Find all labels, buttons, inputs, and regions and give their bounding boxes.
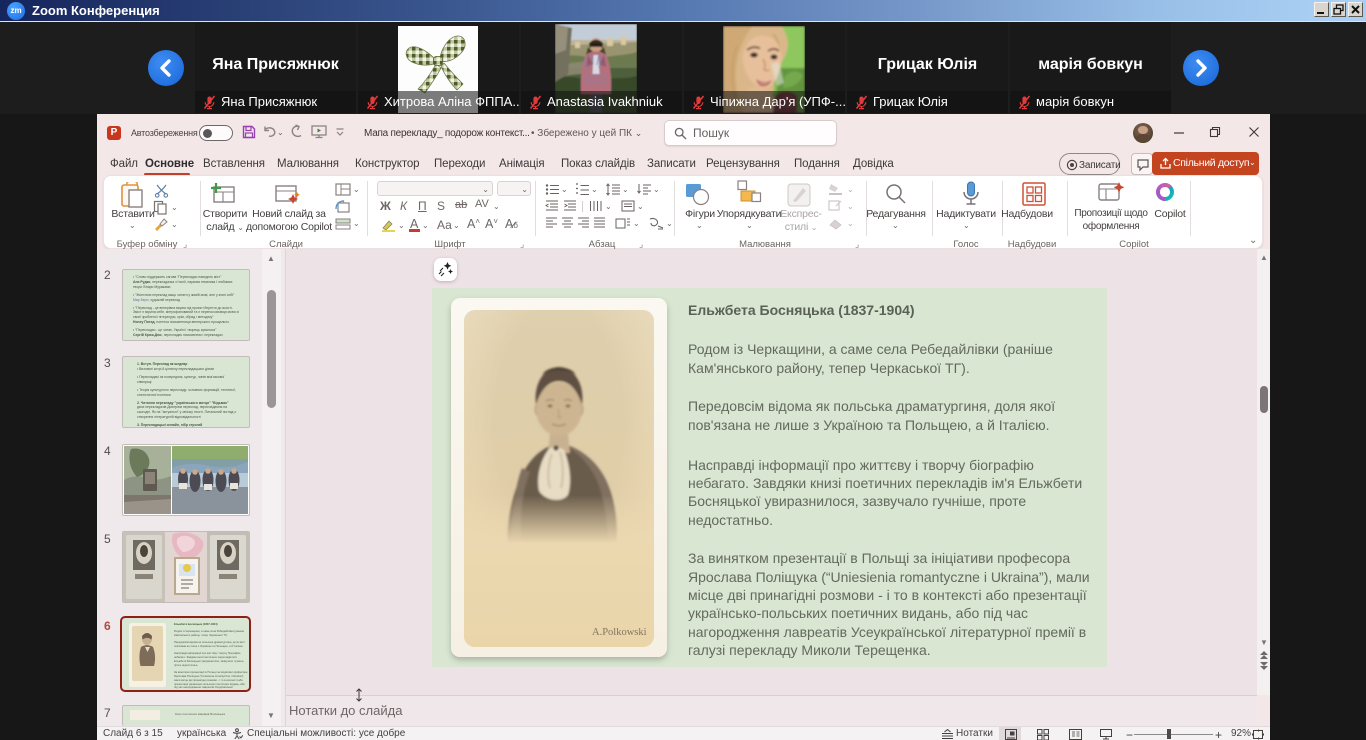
svg-text:A.Polkowski: A.Polkowski	[592, 627, 647, 638]
